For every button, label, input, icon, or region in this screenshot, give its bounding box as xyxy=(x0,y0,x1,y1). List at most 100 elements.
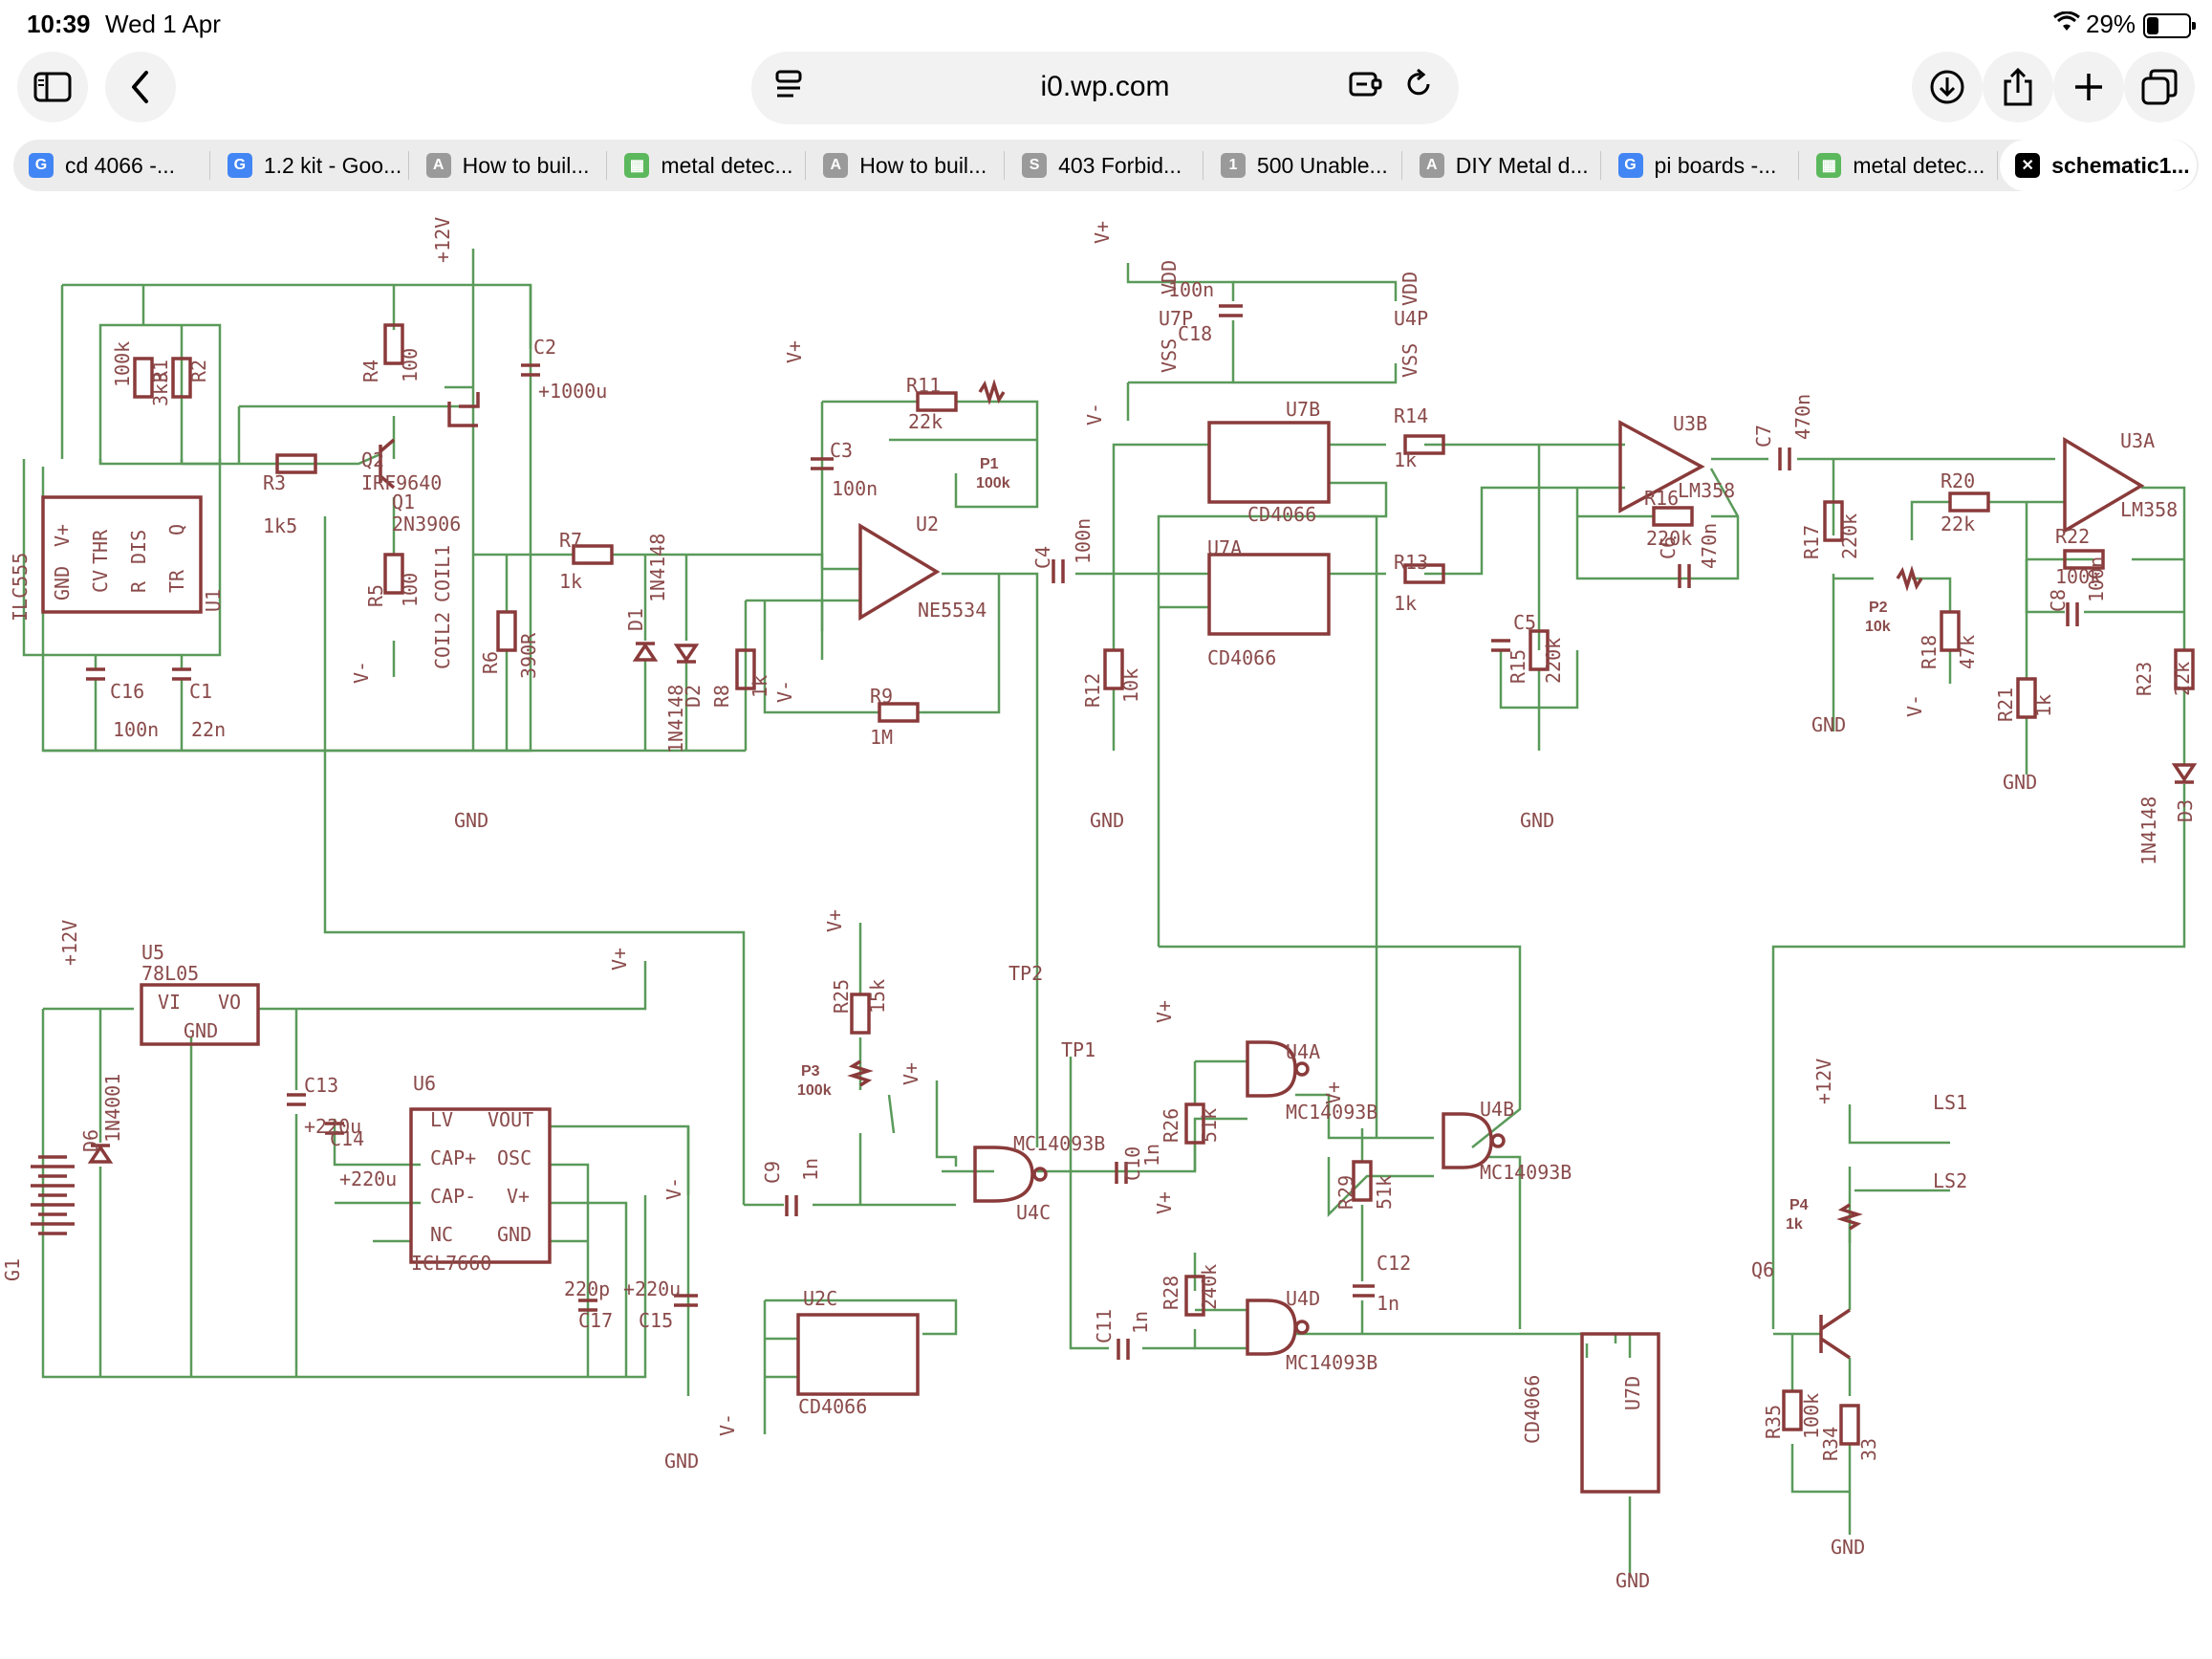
schematic-label: C11 xyxy=(1093,1309,1116,1343)
schematic-label: LS2 xyxy=(1933,1169,1967,1192)
schematic-label: 100n xyxy=(1072,518,1095,564)
schematic-label: +12V xyxy=(58,920,81,966)
schematic-label: GND xyxy=(1811,713,1846,736)
schematic-label: 1k xyxy=(748,675,771,698)
tab-6[interactable]: 1 500 Unable... xyxy=(1205,140,1402,191)
schematic-label: NC xyxy=(430,1223,453,1246)
tab-label: metal detec... xyxy=(1853,152,1985,178)
schematic-label: 3k3 xyxy=(149,372,172,406)
schematic-label: 470n xyxy=(1791,394,1814,440)
plus-icon[interactable] xyxy=(2053,52,2124,122)
schematic-label: 22k xyxy=(908,410,943,433)
schematic-label: ICL7660 xyxy=(411,1252,491,1275)
schematic-label: C1 xyxy=(189,680,212,703)
schematic-label: LM358 xyxy=(2120,498,2178,521)
schematic-label: V+ xyxy=(1153,1000,1176,1023)
tab-7[interactable]: A DIY Metal d... xyxy=(1404,140,1601,191)
schematic-label: V+ xyxy=(1322,1081,1345,1104)
back-icon[interactable] xyxy=(105,52,176,122)
schematic-label: 22k xyxy=(1941,513,1975,535)
tab-3[interactable]: ▦ metal detec... xyxy=(609,140,807,191)
schematic-label: CAP+ xyxy=(430,1146,476,1169)
schematic-label: ILC555 xyxy=(9,553,32,622)
sidebar-icon[interactable] xyxy=(17,52,88,122)
download-icon[interactable] xyxy=(1912,52,1983,122)
schematic-label: V+ xyxy=(507,1185,530,1208)
schematic-label: C15 xyxy=(639,1309,673,1332)
schematic-label: 1n xyxy=(1377,1292,1399,1315)
schematic-label: U4B xyxy=(1480,1098,1514,1121)
schematic-label: U6 xyxy=(413,1072,436,1095)
schematic-label: D3 xyxy=(2174,799,2197,822)
schematic-label: GND xyxy=(1616,1569,1650,1592)
schematic-label: CAP- xyxy=(430,1185,476,1208)
schematic-label: 47k xyxy=(1956,635,1979,669)
schematic-label: R9 xyxy=(870,685,893,708)
schematic-label: 1n xyxy=(1140,1144,1163,1167)
schematic-label: R26 xyxy=(1160,1108,1182,1143)
schematic-label: MC14093B xyxy=(1286,1351,1377,1374)
share-icon[interactable] xyxy=(1983,52,2053,122)
pot-value-label: 1k xyxy=(1786,1216,1803,1233)
schematic-label: C7 xyxy=(1752,425,1775,447)
schematic-label: 220p xyxy=(564,1277,610,1300)
schematic-label: 1n xyxy=(799,1158,822,1181)
schematic-label: V+ xyxy=(1091,221,1114,244)
schematic-label: 22n xyxy=(191,718,226,741)
schematic-label: U3A xyxy=(2120,429,2155,452)
tab-8[interactable]: Gpi boards -... xyxy=(1603,140,1800,191)
schematic-label: R17 xyxy=(1800,525,1823,559)
tab-5[interactable]: S 403 Forbid... xyxy=(1007,140,1204,191)
schematic-label: Q6 xyxy=(1751,1258,1774,1281)
tab-9[interactable]: ▦ metal detec... xyxy=(1801,140,1999,191)
schematic-label: U2 xyxy=(916,513,939,535)
reload-icon[interactable] xyxy=(1403,68,1434,107)
schematic-label: R13 xyxy=(1394,551,1428,574)
pot-value-label: 100k xyxy=(976,475,1010,491)
schematic-label: R21 xyxy=(1994,688,2017,722)
schematic-label: GND xyxy=(184,1019,218,1042)
schematic-label: GND xyxy=(51,566,74,600)
pot-name-label: P3 xyxy=(801,1063,820,1080)
tab-label: How to buil... xyxy=(462,152,590,178)
schematic-label: Q xyxy=(165,524,188,535)
schematic-label: TP1 xyxy=(1061,1038,1095,1061)
schematic-label: CD4066 xyxy=(1521,1375,1544,1444)
schematic-label: CD4066 xyxy=(798,1395,867,1418)
status-time: 10:39 xyxy=(27,10,91,38)
schematic-label: 390R xyxy=(517,632,540,679)
schematic-label: V+ xyxy=(608,948,631,971)
schematic-label: VSS xyxy=(1399,343,1421,378)
schematic-label: R20 xyxy=(1941,469,1975,492)
schematic-label: 100k xyxy=(111,341,134,387)
tabs-icon[interactable] xyxy=(2124,52,2195,122)
schematic-label: VO xyxy=(218,991,241,1014)
schematic-label: C6 xyxy=(1657,536,1680,559)
tab-0[interactable]: Gcd 4066 -... xyxy=(13,140,210,191)
schematic-label: D6 xyxy=(79,1129,102,1152)
tab-1[interactable]: G 1.2 kit - Goo... xyxy=(212,140,409,191)
schematic-label: GND xyxy=(497,1223,531,1246)
schematic-label: Q2 xyxy=(361,448,384,471)
schematic-label: R18 xyxy=(1918,635,1941,669)
schematic-label: U4C xyxy=(1016,1201,1051,1224)
schematic-label: THR xyxy=(89,529,112,564)
tab-4[interactable]: A How to buil... xyxy=(808,140,1006,191)
tab-2[interactable]: A How to buil... xyxy=(411,140,608,191)
schematic-label: 1k xyxy=(2032,694,2055,717)
address-bar[interactable]: i0.wp.com xyxy=(751,52,1459,124)
tab-10[interactable]: ✕ schematic1... xyxy=(2000,140,2197,191)
tab-label: How to buil... xyxy=(859,152,987,178)
extension-icon[interactable] xyxy=(1348,69,1382,107)
schematic-label: Q1 xyxy=(392,491,415,513)
schematic-label: R3 xyxy=(263,471,286,494)
schematic-label: GND xyxy=(454,809,488,832)
tab-label: schematic1... xyxy=(2051,152,2190,178)
schematic-label: C14 xyxy=(330,1127,364,1150)
schematic-label: V+ xyxy=(783,340,806,363)
schematic-label: CD4066 xyxy=(1207,646,1276,669)
schematic-label: VI xyxy=(158,991,181,1014)
schematic-label: TP2 xyxy=(1008,962,1043,985)
schematic-label: C16 xyxy=(110,680,144,703)
battery-icon xyxy=(2143,13,2196,38)
